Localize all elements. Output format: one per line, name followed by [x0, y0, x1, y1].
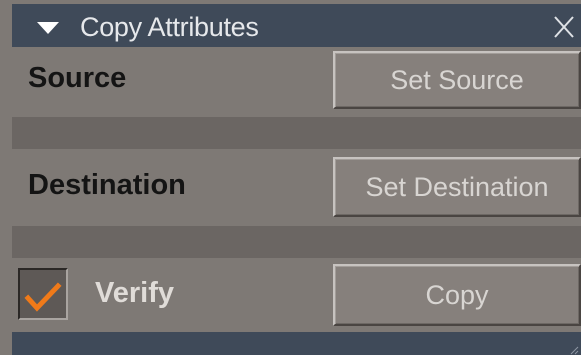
set-destination-button[interactable]: Set Destination — [333, 157, 581, 217]
row-divider — [12, 226, 581, 258]
panel-title: Copy Attributes — [80, 12, 259, 42]
row-divider — [12, 117, 581, 149]
close-icon[interactable] — [549, 8, 577, 42]
panel-footer — [12, 332, 581, 355]
verify-label: Verify — [95, 277, 174, 309]
source-label: Source — [28, 62, 127, 94]
copy-attributes-panel: Copy Attributes Source Set Source Destin… — [0, 0, 581, 355]
panel-titlebar[interactable]: Copy Attributes — [12, 4, 581, 47]
destination-label: Destination — [28, 169, 186, 201]
triangle-down-icon[interactable] — [37, 22, 59, 34]
verify-checkbox[interactable] — [18, 268, 68, 320]
resize-grip-icon[interactable] — [567, 342, 579, 355]
set-source-button[interactable]: Set Source — [333, 51, 581, 109]
copy-button[interactable]: Copy — [333, 264, 581, 326]
checkmark-icon — [24, 282, 62, 312]
